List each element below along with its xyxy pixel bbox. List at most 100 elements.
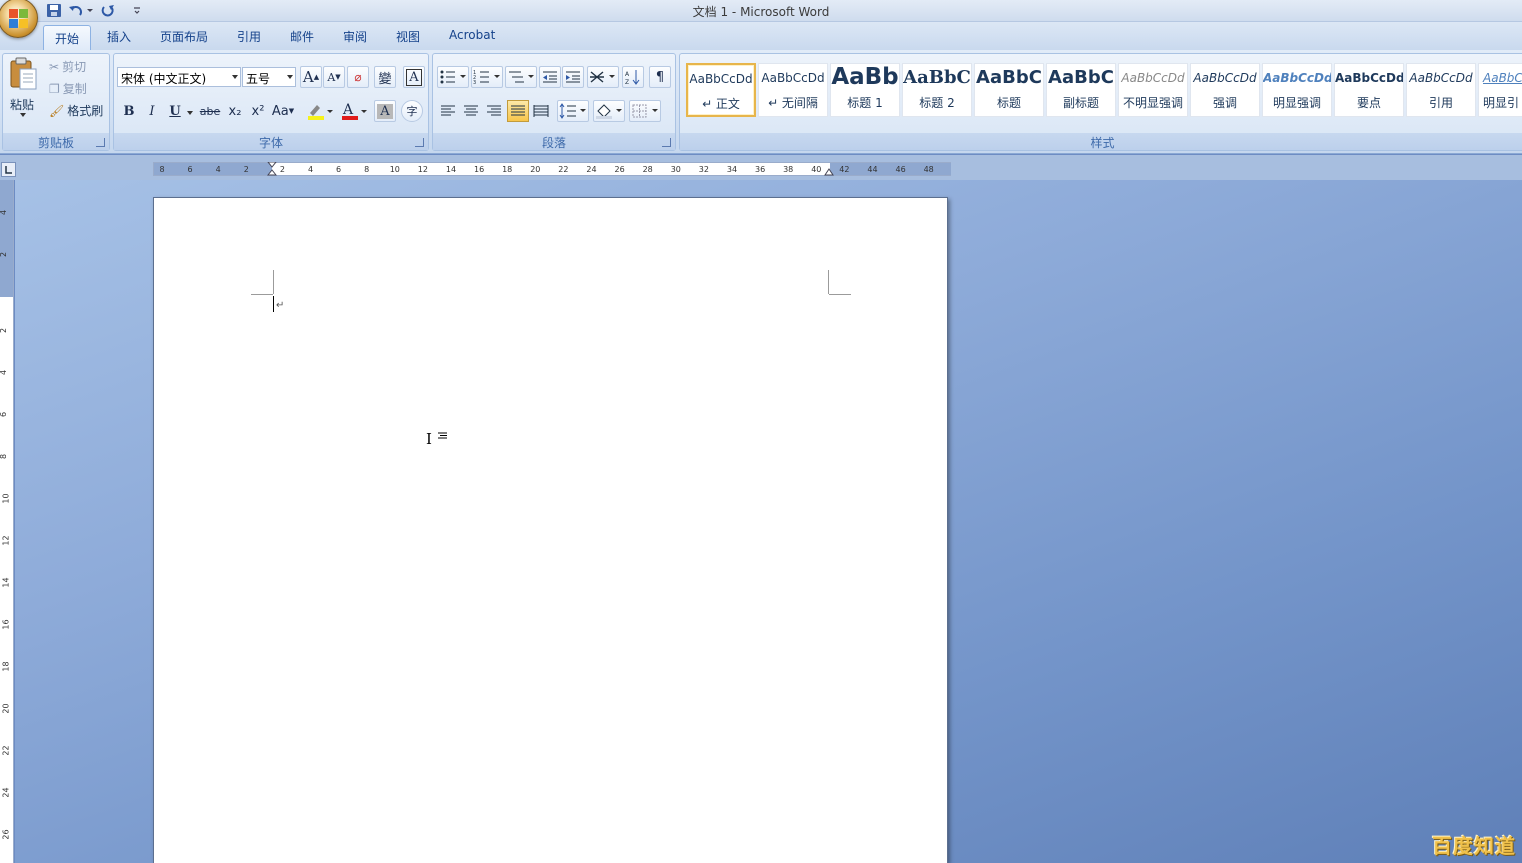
style-sample: AaBbCcDd <box>1193 71 1257 85</box>
shrink-font-button[interactable]: A ▼ <box>323 66 345 88</box>
paste-dropdown-icon[interactable] <box>20 113 26 117</box>
tab-acrobat[interactable]: Acrobat <box>449 28 495 42</box>
char-border-button[interactable]: A <box>403 66 425 88</box>
ruler-tick-label: 36 <box>755 165 766 174</box>
style-name: ↵ 正文 <box>702 97 740 111</box>
indent-marker-icon[interactable] <box>267 162 277 176</box>
undo-dropdown-icon[interactable] <box>86 3 94 18</box>
ruler-tick-label: 4 <box>0 210 8 215</box>
paste-button[interactable]: 粘贴 <box>10 96 34 113</box>
tab-page-layout[interactable]: 页面布局 <box>160 28 208 45</box>
style-name: 标题 2 <box>919 96 955 110</box>
paragraph-launcher-icon[interactable] <box>662 138 671 147</box>
clipboard-launcher-icon[interactable] <box>96 138 105 147</box>
char-shading-button[interactable]: A <box>374 100 396 122</box>
ruler-tick-label: 2 <box>279 165 285 174</box>
style-sample: AaBbCc <box>1483 71 1522 85</box>
save-icon[interactable] <box>46 3 62 18</box>
underline-button[interactable]: U <box>164 100 186 122</box>
align-right-button[interactable] <box>483 100 505 122</box>
bullets-button[interactable] <box>437 66 469 88</box>
decrease-indent-button[interactable] <box>539 66 561 88</box>
justify-button[interactable] <box>507 100 529 122</box>
ruler-tick-label: 14 <box>445 165 457 174</box>
style-sample: AaBbCcDd <box>1409 71 1473 85</box>
font-name-select[interactable]: 宋体 (中文正文) <box>117 67 241 87</box>
style-heading-1[interactable]: AaBb 标题 1 <box>830 63 900 117</box>
multilevel-list-button[interactable] <box>505 66 537 88</box>
enclose-char-button[interactable]: 字 <box>401 100 423 122</box>
chinese-layout-icon <box>590 71 615 83</box>
copy-icon: ❐ <box>49 81 60 96</box>
font-size-value: 五号 <box>246 72 271 86</box>
clear-format-button[interactable]: ⌀ <box>347 66 369 88</box>
cut-label: 剪切 <box>62 60 87 74</box>
numbering-button[interactable]: 123 <box>471 66 503 88</box>
superscript-button[interactable]: x² <box>247 100 269 122</box>
paste-icon[interactable] <box>9 57 39 91</box>
style-intense-emphasis[interactable]: AaBbCcDd 明显强调 <box>1262 63 1332 117</box>
ruler-tick-label: 38 <box>783 165 794 174</box>
phonetic-guide-button[interactable]: 變 <box>374 66 396 88</box>
ruler-tick-label: 26 <box>1 829 11 840</box>
copy-button[interactable]: ❐ 复制 <box>49 80 87 97</box>
style-no-spacing[interactable]: AaBbCcDd ↵ 无间隔 <box>758 63 828 117</box>
italic-button[interactable]: I <box>141 100 163 122</box>
style-strong[interactable]: AaBbCcDd 要点 <box>1334 63 1404 117</box>
bold-button[interactable]: B <box>118 100 140 122</box>
cut-button[interactable]: ✂ 剪切 <box>49 58 86 75</box>
highlight-button[interactable] <box>304 100 336 122</box>
style-quote[interactable]: AaBbCcDd 引用 <box>1406 63 1476 117</box>
chinese-layout-button[interactable] <box>587 66 619 88</box>
tab-review[interactable]: 审阅 <box>343 28 367 45</box>
underline-dropdown-icon[interactable] <box>187 111 193 115</box>
horizontal-ruler[interactable]: 8 6 4 2 2 4 6 8 10 12 14 16 18 20 22 24 26 28 30 32 34 36 38 40… <box>153 162 951 176</box>
style-title[interactable]: AaBbC 标题 <box>974 63 1044 117</box>
align-center-button[interactable] <box>460 100 482 122</box>
borders-button[interactable] <box>629 100 661 122</box>
sort-button[interactable]: AZ <box>622 66 644 88</box>
font-launcher-icon[interactable] <box>415 138 424 147</box>
clipboard-group-label: 剪贴板 <box>3 133 109 150</box>
increase-indent-button[interactable] <box>562 66 584 88</box>
subscript-button[interactable]: x₂ <box>224 100 246 122</box>
style-subtitle[interactable]: AaBbC 副标题 <box>1046 63 1116 117</box>
vertical-ruler[interactable]: 422468101214161820222426 <box>0 180 14 863</box>
tab-view[interactable]: 视图 <box>396 28 420 45</box>
grow-font-button[interactable]: A ▲ <box>300 66 322 88</box>
ruler-tick-label: 6 <box>187 165 193 174</box>
ruler-tick-label: 22 <box>558 165 569 174</box>
line-spacing-icon <box>559 103 586 119</box>
clear-format-icon: ⌀ <box>354 70 362 84</box>
multilevel-list-icon <box>509 71 534 83</box>
font-color-button[interactable]: A <box>338 100 370 122</box>
strikethrough-button[interactable]: abe <box>199 100 221 122</box>
tab-mailings[interactable]: 邮件 <box>290 28 314 45</box>
style-heading-2[interactable]: AaBbC 标题 2 <box>902 63 972 117</box>
svg-text:A: A <box>342 102 354 118</box>
customize-qat-icon[interactable] <box>132 3 142 18</box>
align-left-button[interactable] <box>437 100 459 122</box>
distributed-button[interactable] <box>530 100 552 122</box>
show-marks-button[interactable]: ¶ <box>649 66 671 88</box>
tab-home[interactable]: 开始 <box>43 25 91 51</box>
title-bar: 文档 1 - Microsoft Word <box>0 0 1522 22</box>
style-intense-quote[interactable]: AaBbCc 明显引 <box>1478 63 1522 117</box>
right-indent-marker-icon[interactable] <box>824 167 834 176</box>
undo-icon[interactable] <box>68 3 84 18</box>
change-case-button[interactable]: Aa ▼ <box>272 100 294 122</box>
line-spacing-button[interactable] <box>557 100 589 122</box>
window-title: 文档 1 - Microsoft Word <box>692 5 830 19</box>
ruler-tick-label: 24 <box>586 165 597 174</box>
ruler-tick-label: 30 <box>670 165 681 174</box>
font-size-select[interactable]: 五号 <box>242 67 296 87</box>
style-normal[interactable]: AaBbCcDd ↵ 正文 <box>686 63 756 117</box>
format-painter-button[interactable]: 🖌 格式刷 <box>49 102 103 119</box>
tab-selector-icon[interactable] <box>1 162 16 177</box>
style-subtle-emphasis[interactable]: AaBbCcDd 不明显强调 <box>1118 63 1188 117</box>
tab-references[interactable]: 引用 <box>237 28 261 45</box>
shading-button[interactable] <box>593 100 625 122</box>
redo-icon[interactable] <box>100 3 116 18</box>
tab-insert[interactable]: 插入 <box>107 28 131 45</box>
style-emphasis[interactable]: AaBbCcDd 强调 <box>1190 63 1260 117</box>
